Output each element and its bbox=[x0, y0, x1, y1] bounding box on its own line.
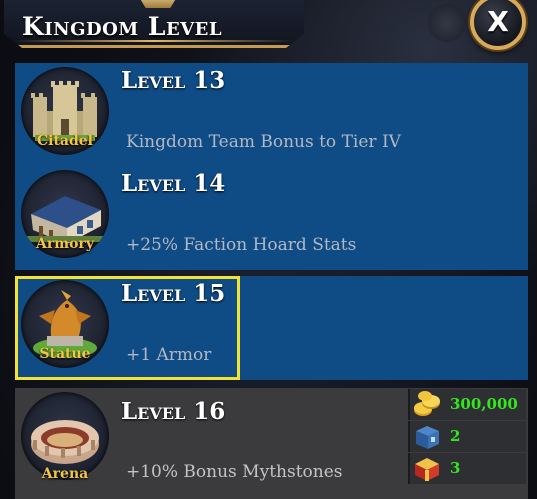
cost-value: 2 bbox=[450, 427, 461, 445]
cost-chest: 3 bbox=[408, 453, 526, 484]
building-label: Arena bbox=[41, 466, 89, 482]
level-title: Level 15 bbox=[121, 280, 226, 307]
level-title: Level 16 bbox=[121, 398, 226, 425]
gold-coins-icon bbox=[414, 391, 440, 416]
level-bonus: +1 Armor bbox=[126, 345, 212, 365]
background-button bbox=[428, 4, 466, 42]
level-bonus: Kingdom Team Bonus to Tier IV bbox=[126, 132, 401, 152]
red-chest-icon bbox=[415, 458, 439, 481]
level-title: Level 14 bbox=[121, 170, 226, 197]
selection-frame: Statue Level 15 +1 Armor bbox=[15, 276, 240, 380]
close-button[interactable]: X bbox=[470, 0, 526, 50]
header: Kingdom Level X bbox=[0, 0, 537, 52]
level-row-14[interactable]: Armory Level 14 +25% Faction Hoard Stats bbox=[15, 166, 528, 270]
level-row-15-extension bbox=[240, 276, 528, 380]
cost-value: 300,000 bbox=[450, 395, 518, 413]
page-title: Kingdom Level bbox=[22, 12, 223, 41]
cost-value: 3 bbox=[450, 459, 461, 477]
building-label: Armory bbox=[36, 236, 94, 252]
upgrade-costs: 300,000 2 3 bbox=[408, 389, 526, 485]
building-label: Statue bbox=[39, 346, 91, 362]
level-row-16[interactable]: Arena Level 16 +10% Bonus Mythstones 300… bbox=[15, 388, 528, 499]
cost-crate: 2 bbox=[408, 421, 526, 452]
blue-crate-icon bbox=[416, 426, 439, 449]
level-title: Level 13 bbox=[121, 67, 226, 94]
building-label: Citadel bbox=[36, 133, 93, 149]
close-icon: X bbox=[487, 5, 509, 38]
level-bonus: +10% Bonus Mythstones bbox=[126, 462, 343, 482]
level-row-13[interactable]: Citadel Level 13 Kingdom Team Bonus to T… bbox=[15, 63, 528, 167]
level-bonus: +25% Faction Hoard Stats bbox=[126, 235, 357, 255]
cost-gold: 300,000 bbox=[408, 389, 526, 420]
